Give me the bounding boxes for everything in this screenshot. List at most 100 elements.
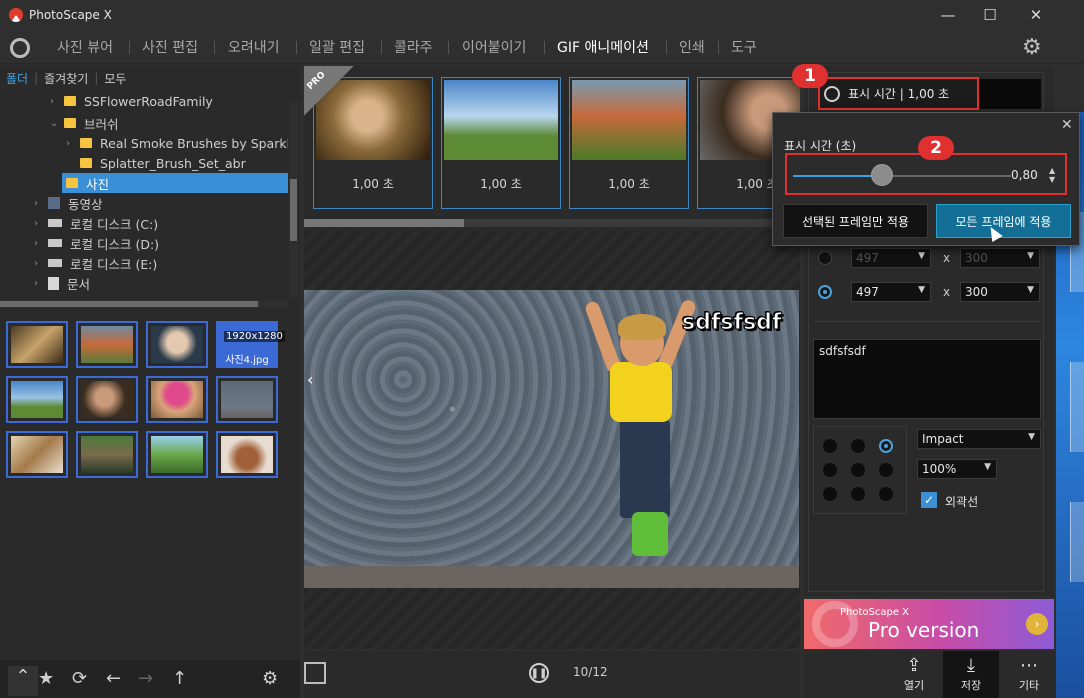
photo-thumbnail[interactable] (216, 431, 278, 478)
photo-thumbnail[interactable] (216, 376, 278, 423)
tab-all[interactable]: 모두 (98, 70, 132, 87)
tab-folder[interactable]: 폴더 (0, 70, 34, 87)
pro-version-banner[interactable]: PhotoScape X Pro version › (804, 599, 1054, 649)
tree-item[interactable]: Splatter_Brush_Set_abr (80, 153, 246, 173)
star-icon[interactable]: ★ (38, 668, 54, 689)
pro-version-ribbon[interactable]: PRO (304, 66, 354, 116)
apply-selected-frames-button[interactable]: 선택된 프레임만 적용 (783, 204, 928, 238)
refresh-icon[interactable]: ⟳ (72, 668, 87, 689)
tree-horizontal-scrollbar[interactable] (0, 300, 288, 308)
tree-item[interactable]: › Real Smoke Brushes by Sparkle (66, 133, 288, 153)
tree-vertical-scrollbar[interactable] (289, 101, 298, 297)
gif-frame[interactable]: 1,00 초 (569, 77, 689, 209)
arrow-right-icon[interactable]: → (138, 668, 153, 689)
more-button[interactable]: ⋯ 기타 (1001, 651, 1057, 698)
photoscape-home-icon[interactable] (10, 38, 30, 58)
position-bottom-center[interactable] (851, 487, 865, 501)
save-button[interactable]: ⤓ 저장 (943, 651, 999, 698)
pause-icon[interactable]: ❚❚ (529, 663, 549, 683)
menu-photo-editor[interactable]: 사진 편집 (142, 37, 198, 57)
position-middle-right[interactable] (879, 463, 893, 477)
menu-divider (666, 41, 667, 54)
photo-thumbnail-selected[interactable]: 1920x1280 사진4.jpg (216, 321, 285, 368)
popup-close-icon[interactable]: ✕ (1061, 117, 1073, 133)
tree-item[interactable]: › 로컬 디스크 (C:) (34, 213, 158, 233)
tree-item[interactable]: ⌄ 브러쉬 (50, 113, 119, 133)
photo-thumbnail[interactable] (76, 321, 138, 368)
photo-text-overlay[interactable]: sdfsfsdf (682, 310, 782, 336)
position-middle-center[interactable] (851, 463, 865, 477)
font-select[interactable]: Impact ▼ (917, 429, 1041, 449)
zoom-value: 100% (922, 462, 957, 476)
menu-collage[interactable]: 콜라주 (394, 37, 433, 57)
position-bottom-left[interactable] (823, 487, 837, 501)
photo-thumbnail[interactable] (6, 376, 68, 423)
close-button[interactable]: ✕ (1013, 0, 1059, 30)
gif-frame[interactable]: 1,00 초 (441, 77, 561, 209)
size-radio-original[interactable] (818, 251, 832, 265)
font-value: Impact (922, 432, 964, 446)
outline-checkbox[interactable]: ✓ (921, 492, 937, 508)
menu-tools[interactable]: 도구 (731, 37, 757, 57)
tree-item[interactable]: › 로컬 디스크 (D:) (34, 233, 159, 253)
arrow-left-icon[interactable]: ← (106, 668, 121, 689)
position-middle-left[interactable] (823, 463, 837, 477)
size-radio-custom[interactable] (818, 285, 832, 299)
previous-frame-icon[interactable]: ‹ (307, 370, 313, 389)
scrollbar-thumb[interactable] (304, 219, 464, 227)
folder-settings-gear-icon[interactable]: ⚙ (262, 668, 278, 689)
frame-panel-toggle-icon[interactable] (304, 662, 326, 684)
app-title: PhotoScape X (29, 8, 112, 22)
menu-combine[interactable]: 이어붙이기 (462, 37, 526, 57)
duration-spinner-icon[interactable]: ▲ ▼ (1049, 166, 1055, 184)
chevron-down-icon: ▼ (918, 285, 925, 295)
tree-item[interactable]: › 문서 (34, 273, 90, 293)
collapse-up-icon[interactable]: ⌃ (8, 666, 38, 696)
menu-cut-out[interactable]: 오려내기 (228, 37, 280, 57)
tab-favorites[interactable]: 즐겨찾기 (38, 70, 94, 87)
tree-item[interactable]: › SSFlowerRoadFamily (50, 93, 213, 111)
position-top-right[interactable] (879, 439, 893, 453)
photo-thumbnail[interactable] (146, 376, 208, 423)
menu-batch[interactable]: 일괄 편집 (309, 37, 365, 57)
photo-thumbnail[interactable] (76, 431, 138, 478)
duration-slider-track[interactable] (793, 175, 1011, 177)
position-bottom-right[interactable] (879, 487, 893, 501)
tree-item-label: 사진 (86, 176, 110, 192)
position-top-left[interactable] (823, 439, 837, 453)
tree-item[interactable]: › 동영상 (34, 193, 103, 213)
height-select[interactable]: 300 ▼ (960, 282, 1040, 302)
duration-slider-handle[interactable] (871, 164, 893, 186)
menu-photo-viewer[interactable]: 사진 뷰어 (57, 37, 113, 57)
photo-thumbnail[interactable] (76, 376, 138, 423)
photo-thumbnail[interactable] (6, 321, 68, 368)
photo-thumbnail[interactable] (146, 321, 208, 368)
duration-value[interactable]: 0,80 (1011, 168, 1038, 182)
menu-divider (214, 41, 215, 54)
settings-gear-icon[interactable]: ⚙ (1022, 35, 1042, 60)
tree-item-selected[interactable]: 사진 (62, 173, 288, 193)
scrollbar-thumb[interactable] (0, 301, 258, 307)
chevron-down-icon: ▼ (1028, 432, 1035, 442)
display-time-button[interactable]: 표시 시간 | 1,00 초 (818, 77, 979, 110)
apply-all-frames-button[interactable]: 모든 프레임에 적용 (936, 204, 1071, 238)
zoom-select[interactable]: 100% ▼ (917, 459, 997, 479)
arrow-up-icon[interactable]: ↑ (172, 668, 187, 689)
frame-strip-scrollbar[interactable] (304, 219, 800, 227)
duration-slider-fill (793, 175, 882, 177)
position-top-center[interactable] (851, 439, 865, 453)
overlay-text-input[interactable]: sdfsfsdf (813, 339, 1041, 419)
menu-print[interactable]: 인쇄 (679, 37, 705, 57)
banner-arrow-icon[interactable]: › (1026, 613, 1048, 635)
tree-item[interactable]: › 로컬 디스크 (E:) (34, 253, 157, 273)
photo-thumbnail[interactable] (6, 431, 68, 478)
photo-thumbnail[interactable] (146, 431, 208, 478)
width-select[interactable]: 497 ▼ (851, 282, 931, 302)
minimize-button[interactable]: — (925, 0, 971, 30)
text-position-grid (813, 426, 907, 514)
scrollbar-thumb[interactable] (290, 179, 297, 241)
menu-gif-animation[interactable]: GIF 애니메이션 (557, 37, 649, 57)
step-marker-1: 1 (792, 64, 828, 88)
maximize-button[interactable]: ☐ (967, 0, 1013, 30)
open-button[interactable]: ⇪ 열기 (886, 651, 942, 698)
